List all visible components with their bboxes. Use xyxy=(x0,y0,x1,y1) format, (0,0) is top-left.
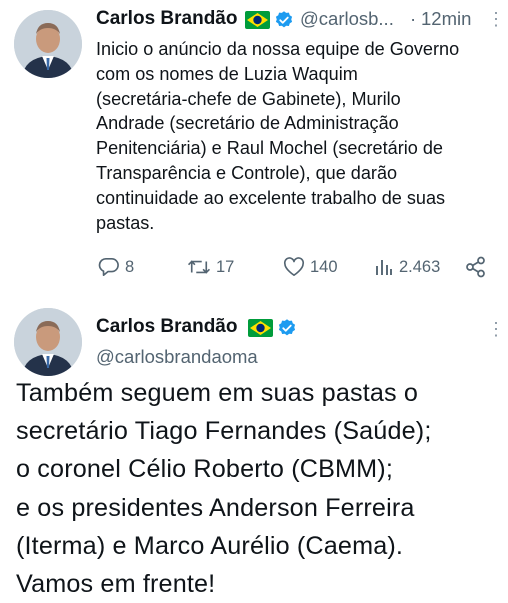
brazil-flag-icon xyxy=(245,11,270,29)
like-count: 140 xyxy=(310,257,338,276)
reply-count: 8 xyxy=(125,257,135,276)
more-options-icon[interactable]: ⋮ xyxy=(487,10,505,28)
views-button[interactable]: 2.463 xyxy=(374,256,440,278)
tweet-text: Também seguem em suas pastas o secretári… xyxy=(16,379,432,599)
reply-icon xyxy=(98,258,119,276)
retweet-button[interactable]: 17 xyxy=(187,256,234,278)
brazil-flag-icon xyxy=(248,319,273,337)
avatar[interactable] xyxy=(14,10,82,78)
reply-button[interactable]: 8 xyxy=(98,256,134,278)
views-icon xyxy=(376,260,392,275)
author-handle[interactable]: @carlosbrandaoma xyxy=(96,346,258,368)
verified-badge-icon xyxy=(278,319,296,336)
share-icon xyxy=(466,256,485,278)
tweet-2[interactable]: Carlos Brandão @carlosbrandaoma ⋮ Também… xyxy=(0,298,508,600)
verified-badge-icon xyxy=(275,11,293,28)
more-options-icon[interactable]: ⋮ xyxy=(487,320,505,338)
like-button[interactable]: 140 xyxy=(283,256,338,278)
retweet-icon xyxy=(187,260,211,274)
tweet-text: Inicio o anúncio da nossa equipe de Gove… xyxy=(96,39,460,233)
tweet-timestamp[interactable]: 12min xyxy=(421,8,471,30)
avatar[interactable] xyxy=(14,308,82,376)
like-icon xyxy=(283,257,305,276)
tweet-1[interactable]: Carlos Brandão @carlosb... · 12min ⋮ Ini… xyxy=(0,0,508,298)
views-count: 2.463 xyxy=(399,257,441,276)
share-button[interactable] xyxy=(465,256,487,278)
author-name[interactable]: Carlos Brandão xyxy=(96,8,237,30)
author-handle[interactable]: @carlosb... xyxy=(300,8,394,30)
separator-dot: · xyxy=(410,8,417,29)
retweet-count: 17 xyxy=(216,257,235,276)
author-name[interactable]: Carlos Brandão xyxy=(96,316,237,338)
